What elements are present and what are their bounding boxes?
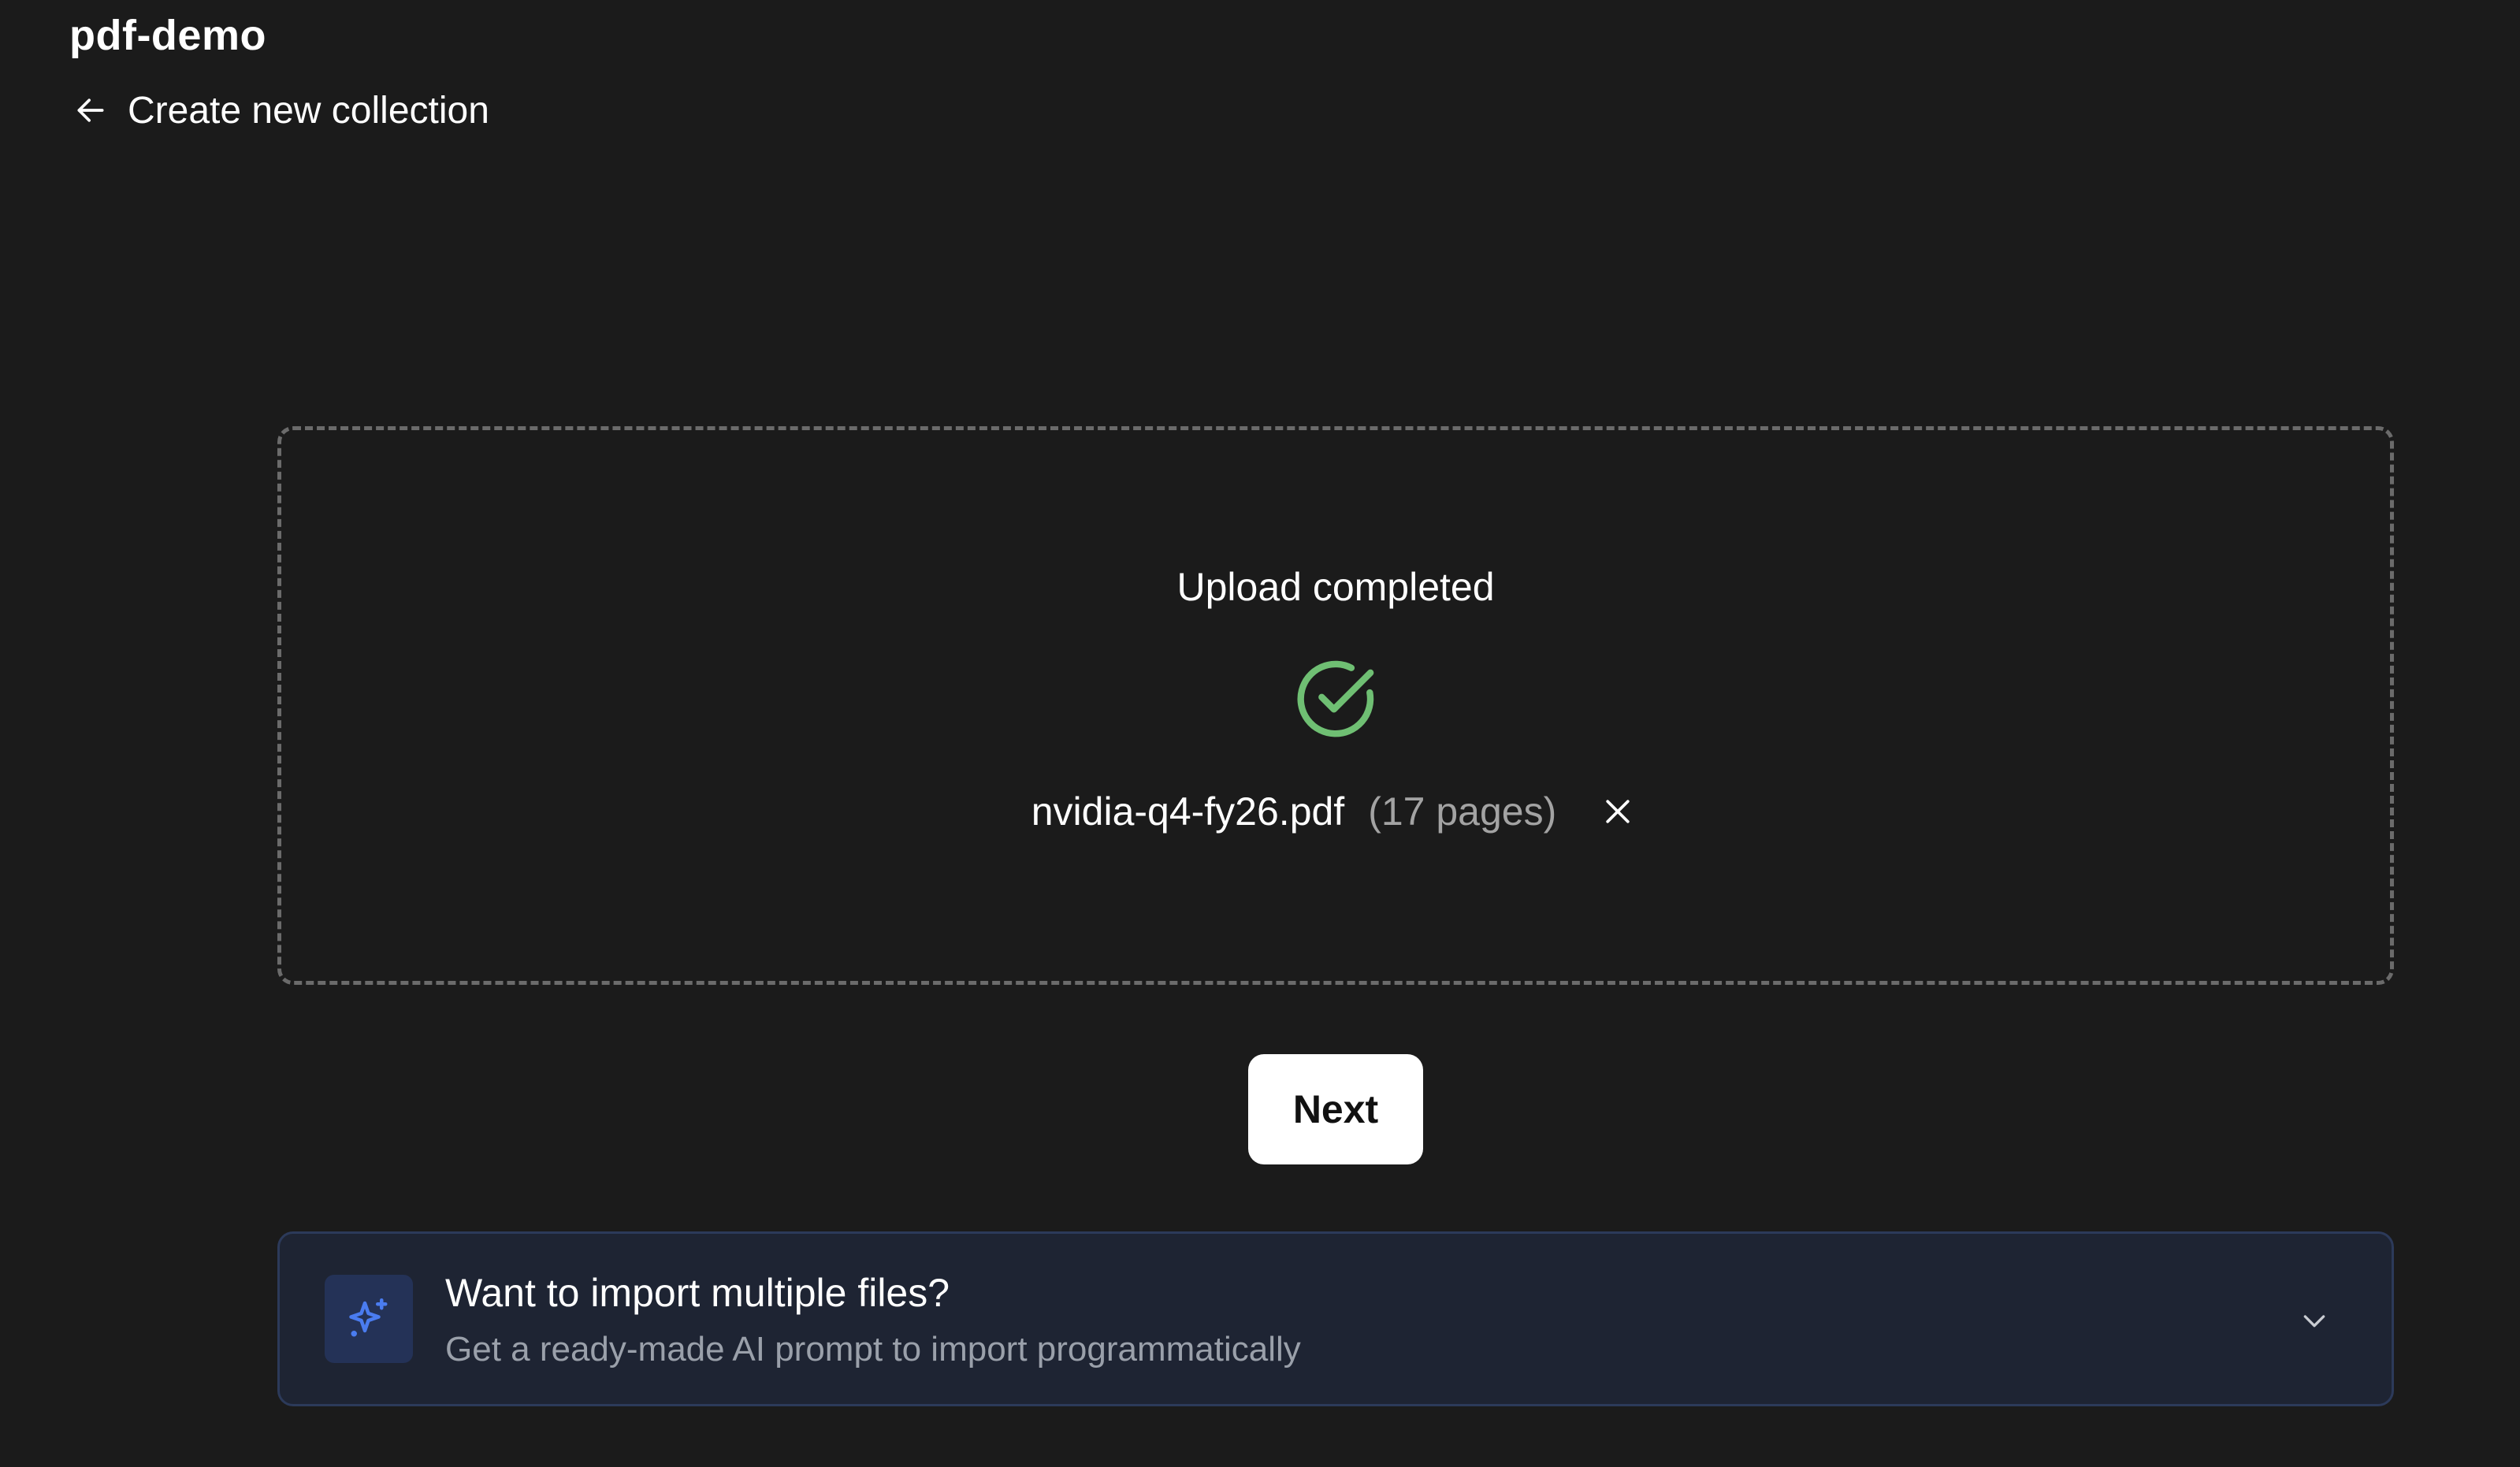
create-collection-page: pdf-demo Create new collection Upload co… — [0, 0, 2520, 1467]
import-card-title: Want to import multiple files? — [445, 1271, 950, 1315]
project-name: pdf-demo — [69, 12, 266, 59]
check-circle-icon — [1294, 657, 1377, 741]
upload-status-text: Upload completed — [1176, 565, 1495, 609]
uploaded-file-row: nvidia-q4-fy26.pdf (17 pages) — [281, 789, 2390, 834]
chevron-down-icon[interactable] — [2292, 1298, 2336, 1343]
back-link[interactable]: Create new collection — [69, 85, 489, 136]
arrow-left-icon[interactable] — [69, 89, 112, 132]
next-button[interactable]: Next — [1248, 1054, 1423, 1164]
file-name: nvidia-q4-fy26.pdf — [1031, 789, 1345, 834]
upload-dropzone[interactable]: Upload completed nvidia-q4-fy26.pdf (17 … — [277, 426, 2394, 985]
page-title: Create new collection — [128, 89, 489, 132]
file-page-count: (17 pages) — [1368, 789, 1557, 834]
sparkles-icon — [325, 1275, 413, 1363]
import-card-subtitle: Get a ready-made AI prompt to import pro… — [445, 1330, 1301, 1369]
remove-file-button[interactable] — [1596, 789, 1640, 834]
import-multiple-files-card[interactable]: Want to import multiple files? Get a rea… — [277, 1231, 2394, 1406]
